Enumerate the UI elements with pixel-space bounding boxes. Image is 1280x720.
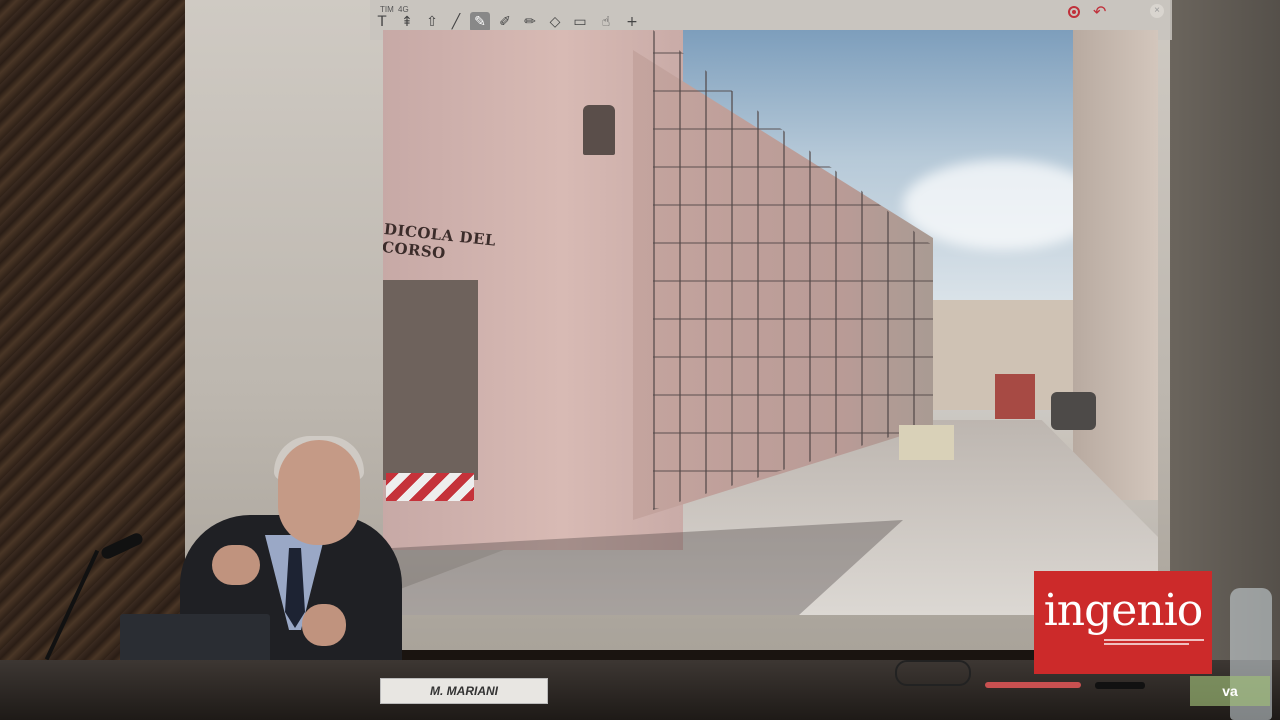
- black-pen: [1095, 682, 1145, 689]
- plus-icon[interactable]: +: [622, 12, 642, 32]
- text-tool-icon[interactable]: T: [372, 12, 392, 32]
- red-pen: [985, 682, 1081, 688]
- hand-icon[interactable]: ☝: [596, 12, 616, 32]
- striped-barrier: [386, 473, 474, 501]
- wood-panel-wall: [0, 0, 200, 720]
- parked-car: [1051, 392, 1096, 430]
- red-truck: [995, 374, 1035, 419]
- presenter-raised-hand: [212, 545, 260, 585]
- forklift: [899, 425, 954, 460]
- pen-icon[interactable]: ✐: [495, 12, 515, 32]
- record-icon[interactable]: [1068, 6, 1080, 18]
- marker-icon[interactable]: ✏: [520, 12, 540, 32]
- presenter-hand: [302, 604, 346, 646]
- ingenio-logo: ingenio: [1034, 571, 1212, 674]
- slide-photo: DICOLA DEL CORSO: [383, 30, 1158, 615]
- speaker-nameplate: M. MARIANI: [380, 678, 548, 704]
- logo-word: ingenio: [1043, 585, 1204, 636]
- presenter-head: [278, 440, 360, 545]
- line-icon[interactable]: ╱: [446, 12, 466, 32]
- eraser-icon[interactable]: ◇: [545, 12, 565, 32]
- eyeglasses: [895, 660, 971, 686]
- street-lamp: [583, 105, 615, 155]
- bottle-label: va: [1190, 676, 1270, 706]
- undo-icon[interactable]: ↶: [1093, 2, 1106, 21]
- highlighter-icon[interactable]: ✎: [470, 12, 490, 32]
- shop-door: [383, 280, 478, 480]
- upload-icon[interactable]: ⇧: [422, 12, 442, 32]
- rectangle-icon[interactable]: ▭: [570, 12, 590, 32]
- strikethrough-icon[interactable]: ⇞: [397, 12, 417, 32]
- logo-tagline: [1104, 637, 1204, 647]
- close-icon[interactable]: ×: [1150, 4, 1164, 18]
